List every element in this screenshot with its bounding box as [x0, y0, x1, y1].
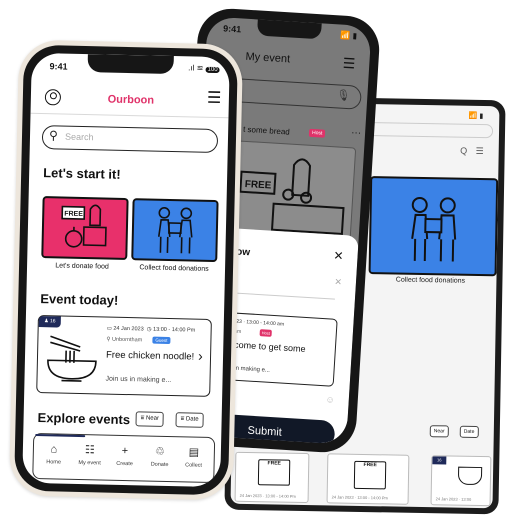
nav-my-event[interactable]: ☷ My event: [72, 443, 109, 467]
donate-food-label: Let's donate food: [55, 262, 109, 271]
calendar-icon: ▭: [106, 325, 112, 332]
event-location: ⚲ Unborntham: [106, 336, 143, 344]
clock-icon: ◷: [146, 326, 152, 333]
tablet-event-thumb[interactable]: FREE 24 Jan 2023 · 13:00 - 14:00 Pm: [326, 453, 410, 505]
event-title: Free chicken noodle!: [105, 349, 195, 363]
search-placeholder: Search: [64, 131, 94, 143]
tablet-filter-date[interactable]: Date: [459, 425, 479, 438]
nav-label: Collect: [185, 462, 203, 469]
mic-icon[interactable]: 🎙: [336, 88, 351, 102]
header-divider: [30, 112, 229, 119]
people-icon: ♟: [44, 318, 49, 325]
host-badge: Host: [259, 329, 273, 337]
tablet-collect-card[interactable]: [368, 176, 499, 277]
brand-logo: Ourboon: [107, 93, 155, 107]
post-title: t some bread: [242, 124, 291, 137]
noodle-bowl-icon: [47, 335, 97, 382]
wifi-icon: ≋: [196, 63, 204, 73]
post-image: FREE: [228, 140, 357, 240]
bottom-navigation: ⌂ Home ☷ My event + Create ♲ Donate ▤ Co…: [32, 432, 216, 484]
filter-near-button[interactable]: ⩸ Near: [135, 411, 165, 427]
tablet-header-icons[interactable]: Q ☰: [460, 146, 487, 157]
event-datetime: ▭ 24 Jan 2023 ◷ 13:00 - 14:00 Pm: [106, 325, 196, 334]
tablet-search-input[interactable]: [362, 121, 494, 139]
phone-notch: [256, 19, 322, 40]
host-badge: Host: [308, 128, 326, 138]
front-phone-screen: 9:41 .ıl ≋ 100 Ourboon ☰ ⚲ Search Let's …: [22, 52, 230, 488]
event-description: Join us in making e...: [105, 375, 172, 385]
collect-food-card[interactable]: [131, 198, 219, 263]
menu-icon[interactable]: ☰: [342, 55, 356, 73]
clear-icon[interactable]: ✕: [334, 277, 342, 288]
free-grocery-icon: FREE: [353, 460, 387, 490]
nav-create[interactable]: + Create: [107, 444, 144, 468]
battery-icon: 100: [205, 66, 220, 74]
plus-icon: +: [121, 444, 129, 458]
noodle-bowl-icon: [457, 466, 483, 486]
tablet-event-thumb[interactable]: 16 24 Jan 2023 · 13:00: [430, 455, 492, 507]
status-time: 9:41: [222, 23, 242, 35]
tablet-status-bar: 📶 ▮: [468, 112, 484, 121]
donate-food-illustration-icon: FREE: [61, 204, 107, 248]
location-pin-icon: ⚲: [106, 336, 111, 343]
close-icon[interactable]: ✕: [333, 249, 344, 264]
page-title: My event: [245, 50, 291, 66]
tablet-filter-near[interactable]: Near: [429, 425, 449, 438]
user-profile-icon[interactable]: [44, 89, 62, 106]
nav-label: Donate: [150, 461, 169, 469]
hamburger-menu-icon[interactable]: ☰: [207, 90, 222, 107]
nav-donate[interactable]: ♲ Donate: [142, 444, 179, 468]
thumb-date: 24 Jan 2023 · 13:00: [435, 496, 472, 502]
search-input[interactable]: ⚲ Search: [41, 125, 219, 154]
event-card[interactable]: ♟ 16 ▭ 24 Jan 2023 ◷ 13:00 - 14:00 Pm ⚲ …: [36, 315, 212, 397]
tablet-card-label: Collect food donations: [395, 276, 466, 285]
chevron-right-icon[interactable]: ›: [198, 348, 203, 364]
nav-indicator: [35, 433, 86, 438]
home-icon: ⌂: [50, 443, 58, 456]
status-icons: 📶 ▮: [340, 30, 358, 41]
collect-food-label: Collect food donations: [139, 264, 209, 273]
donate-icon: ♲: [154, 445, 165, 458]
tablet-event-thumb[interactable]: FREE 24 Jan 2023 · 13:00 - 14:00 Pm: [234, 451, 310, 504]
donate-food-card[interactable]: FREE: [41, 196, 129, 261]
nav-label: My event: [78, 459, 101, 467]
participants-badge: ♟ 16: [38, 316, 61, 328]
collect-illustration-icon: [411, 196, 457, 262]
status-time: 9:41: [49, 61, 68, 72]
signal-icon: .ıl: [188, 63, 195, 73]
filter-date-button[interactable]: ⩸ Date: [175, 412, 204, 428]
front-phone-device: 9:41 .ıl ≋ 100 Ourboon ☰ ⚲ Search Let's …: [8, 39, 244, 501]
svg-text:FREE: FREE: [64, 211, 83, 218]
free-bread-illustration-icon: FREE: [239, 158, 345, 236]
collect-food-illustration-icon: [157, 207, 193, 254]
thumb-badge: 16: [432, 456, 447, 465]
svg-text:FREE: FREE: [244, 179, 272, 192]
nav-collect[interactable]: ▤ Collect: [176, 445, 213, 469]
nav-label: Home: [46, 459, 62, 466]
free-bread-icon: FREE: [257, 459, 291, 486]
filter-icon: ⩸: [140, 415, 145, 422]
thumb-date: 24 Jan 2023 · 13:00 - 14:00 Pm: [239, 492, 296, 499]
phone-bezel: 9:41 .ıl ≋ 100 Ourboon ☰ ⚲ Search Let's …: [13, 44, 239, 496]
section-title-start: Let's start it!: [43, 165, 121, 182]
filter-icon: ⩸: [180, 416, 185, 423]
status-icons: .ıl ≋ 100: [188, 63, 220, 74]
nav-home[interactable]: ⌂ Home: [36, 442, 73, 466]
more-options-icon[interactable]: ···: [351, 127, 362, 139]
phone-notch: [87, 54, 174, 75]
nav-label: Create: [116, 460, 133, 468]
thumb-date: 24 Jan 2023 · 13:00 - 14:00 Pm: [331, 494, 388, 501]
collect-icon: ▤: [188, 446, 200, 459]
section-title-event: Event today!: [40, 291, 119, 308]
emoji-icon[interactable]: ☺: [325, 394, 335, 405]
list-icon: ☷: [84, 444, 95, 457]
guest-badge: Guest: [152, 336, 171, 345]
section-title-explore: Explore events: [37, 410, 131, 428]
search-icon: ⚲: [48, 128, 58, 143]
